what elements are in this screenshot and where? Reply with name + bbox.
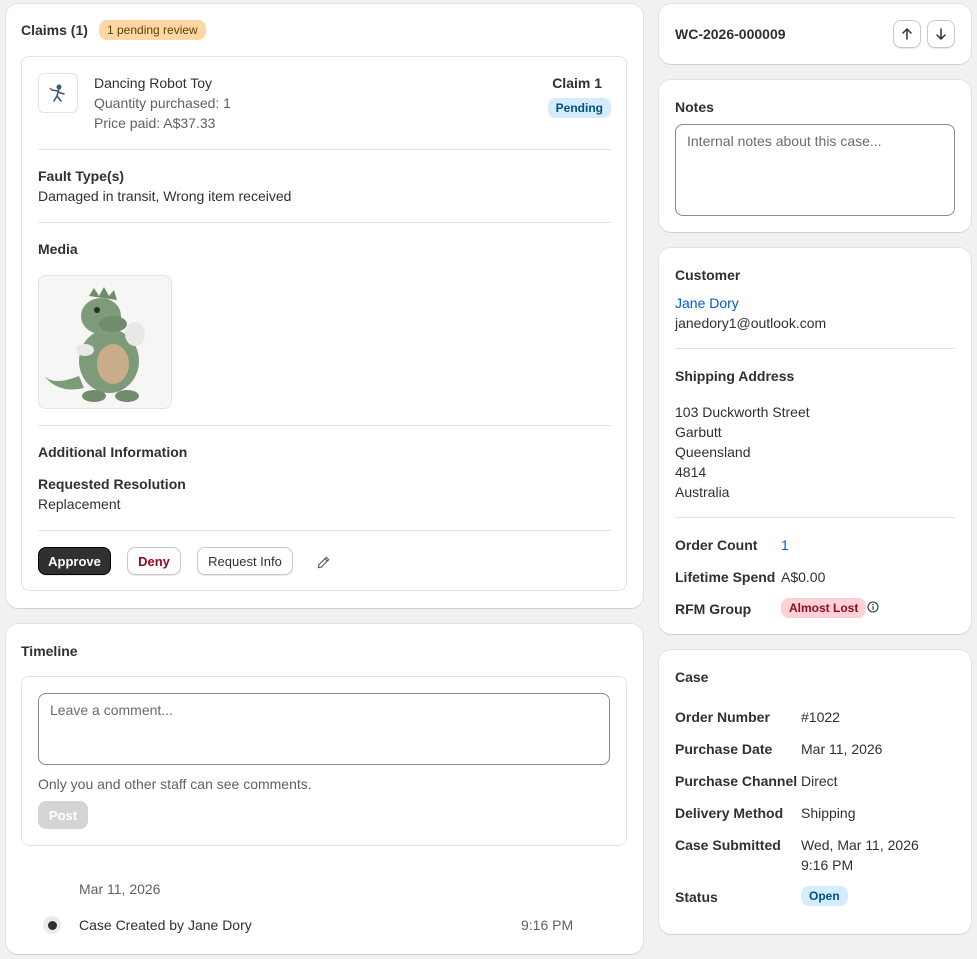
dinosaur-plush-image [44,287,145,402]
next-case-button[interactable] [927,20,955,48]
info-icon [867,601,879,613]
additional-info-heading: Additional Information [38,444,188,460]
purchase-date-value: Mar 11, 2026 [801,741,883,757]
case-header-card: WC-2026-000009 [659,4,971,64]
timeline-card: Timeline Only you and other staff can se… [6,624,643,954]
comment-input[interactable] [38,693,610,765]
deny-button[interactable]: Deny [127,547,181,575]
delivery-method-value: Shipping [801,805,856,821]
notes-title: Notes [675,99,714,115]
address-line: 103 Duckworth Street [675,404,810,420]
timeline-dot-icon [47,920,57,930]
media-heading: Media [38,241,78,257]
case-id: WC-2026-000009 [675,26,786,42]
robot-thumbnail-icon [49,84,65,102]
case-submitted-label: Case Submitted [675,837,781,853]
status-label: Status [675,889,718,905]
product-name: Dancing Robot Toy [94,75,213,91]
order-count-link[interactable]: 1 [781,537,789,553]
pending-review-badge: 1 pending review [99,20,206,40]
address-line: Garbutt [675,424,722,440]
timeline-event-text: Case Created by Jane Dory [79,917,252,933]
case-submitted-date: Wed, Mar 11, 2026 [801,837,919,853]
timeline-date: Mar 11, 2026 [79,881,161,897]
order-number-label: Order Number [675,709,770,725]
case-status-badge: Open [801,886,848,906]
post-button[interactable]: Post [38,801,88,829]
divider [38,530,611,531]
divider [38,149,611,150]
timeline-event-time: 9:16 PM [521,917,574,933]
fault-type-value: Damaged in transit, Wrong item received [38,188,292,204]
arrow-down-icon [936,28,946,40]
requested-resolution-label: Requested Resolution [38,476,186,492]
comment-panel: Only you and other staff can see comment… [21,676,627,846]
address-line: 4814 [675,464,707,480]
customer-email: janedory1@outlook.com [675,315,827,331]
case-submitted-time: 9:16 PM [801,857,854,873]
claim-item-panel: Dancing Robot Toy Quantity purchased: 1 … [21,56,627,591]
arrow-up-icon [902,28,912,40]
claims-title: Claims (1) [21,22,88,38]
address-line: Australia [675,484,730,500]
edit-button[interactable] [312,551,334,573]
fault-type-heading: Fault Type(s) [38,168,125,184]
rfm-group-label: RFM Group [675,601,752,617]
customer-title: Customer [675,267,741,283]
case-card: Case Order Number #1022 Purchase Date Ma… [659,650,971,934]
purchase-channel-label: Purchase Channel [675,773,798,789]
timeline-title: Timeline [21,643,78,659]
approve-button[interactable]: Approve [38,547,111,575]
divider [675,517,955,518]
divider [38,222,611,223]
order-number-value: #1022 [801,709,840,725]
pencil-icon [317,556,329,568]
price-paid: Price paid: A$37.33 [94,115,216,131]
lifetime-spend-label: Lifetime Spend [675,569,776,585]
case-title: Case [675,669,709,685]
customer-card: Customer Jane Dory janedory1@outlook.com… [659,248,971,634]
order-count-label: Order Count [675,537,758,553]
delivery-method-label: Delivery Method [675,805,784,821]
previous-case-button[interactable] [893,20,921,48]
product-thumbnail[interactable] [38,73,78,113]
comment-visibility-hint: Only you and other staff can see comment… [38,776,312,792]
requested-resolution-value: Replacement [38,496,121,512]
claim-status-badge: Pending [547,98,611,118]
claims-card: Claims (1) 1 pending review Dancing Robo… [6,4,643,608]
rfm-info-button[interactable] [867,600,879,613]
media-image[interactable] [38,275,172,409]
address-line: Queensland [675,444,751,460]
divider [38,425,611,426]
request-info-button[interactable]: Request Info [197,547,293,575]
notes-card: Notes [659,80,971,232]
notes-input[interactable] [675,124,955,216]
customer-name-link[interactable]: Jane Dory [675,295,739,311]
purchase-date-label: Purchase Date [675,741,773,757]
shipping-address-title: Shipping Address [675,368,795,384]
quantity-purchased: Quantity purchased: 1 [94,95,231,111]
purchase-channel-value: Direct [801,773,838,789]
divider [675,348,955,349]
timeline-event-marker [43,916,61,934]
rfm-group-badge: Almost Lost [781,598,867,618]
lifetime-spend-value: A$0.00 [781,569,826,585]
claim-number: Claim 1 [552,75,602,91]
